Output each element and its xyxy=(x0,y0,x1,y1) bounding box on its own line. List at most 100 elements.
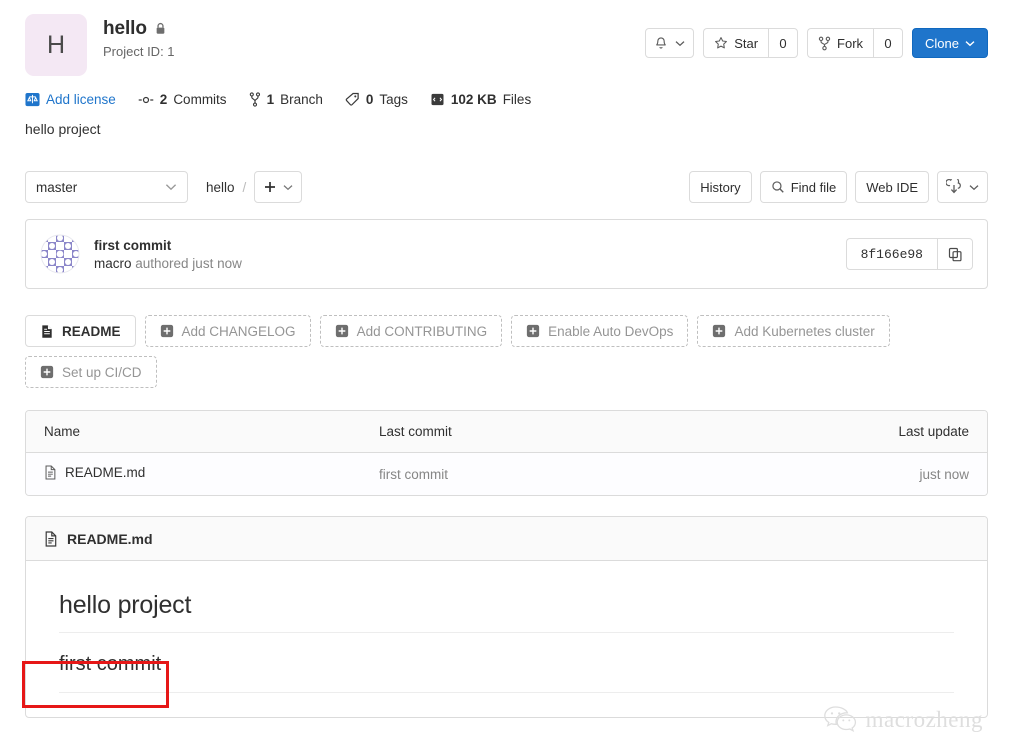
history-button[interactable]: History xyxy=(689,171,752,203)
plus-square-icon xyxy=(40,365,54,379)
table-row[interactable]: README.md first commit just now xyxy=(26,453,987,495)
files-icon xyxy=(430,92,445,107)
quick-action-label: Enable Auto DevOps xyxy=(548,323,674,339)
project-id-label: Project ID: 1 xyxy=(103,44,175,59)
web-ide-button[interactable]: Web IDE xyxy=(855,171,929,203)
plus-square-icon xyxy=(526,324,540,338)
project-description: hello project xyxy=(25,121,101,137)
commit-author-line: macro authored just now xyxy=(94,256,242,271)
star-label: Star xyxy=(734,35,759,51)
clone-label: Clone xyxy=(925,35,959,51)
project-avatar-letter: H xyxy=(46,30,66,59)
star-count: 0 xyxy=(768,28,799,58)
fork-label: Fork xyxy=(837,35,864,51)
file-name-label: README.md xyxy=(65,465,146,480)
chevron-down-icon xyxy=(675,40,685,47)
readme-paragraph: first commit xyxy=(59,653,162,675)
branches-stat[interactable]: 1 Branch xyxy=(249,92,323,107)
find-file-button[interactable]: Find file xyxy=(759,171,848,203)
gitlab-project-page: H hello Project ID: 1 Star 0 Fork 0 Clon… xyxy=(0,0,1013,754)
fork-button[interactable]: Fork xyxy=(807,28,874,58)
plus-square-icon xyxy=(160,324,174,338)
lock-icon xyxy=(154,22,167,36)
file-name-link[interactable]: README.md xyxy=(44,465,145,480)
find-file-label: Find file xyxy=(790,179,837,195)
chevron-down-icon xyxy=(165,183,177,191)
plus-icon xyxy=(264,181,276,193)
column-header-last-update: Last update xyxy=(898,424,969,439)
readme-card: README.md hello project first commit xyxy=(25,516,988,718)
download-icon xyxy=(946,179,962,195)
readme-filename[interactable]: README.md xyxy=(67,531,153,547)
file-icon xyxy=(44,465,57,480)
download-source-button[interactable] xyxy=(937,171,988,203)
file-navigation-bar: master hello / History Find file Web IDE xyxy=(0,137,1013,203)
files-size: 102 KB xyxy=(450,92,497,107)
star-button-group: Star 0 xyxy=(703,28,799,58)
page-title: hello xyxy=(103,18,147,39)
commit-sha-group: 8f166e98 xyxy=(845,238,973,270)
files-table: Name Last commit Last update README.md f… xyxy=(25,410,988,496)
fork-button-group: Fork 0 xyxy=(807,28,904,58)
branches-count: 1 xyxy=(266,92,275,107)
file-nav-actions: History Find file Web IDE xyxy=(689,171,988,203)
header-actions: Star 0 Fork 0 Clone xyxy=(645,14,988,58)
copy-sha-button[interactable] xyxy=(937,238,973,270)
chevron-down-icon xyxy=(969,184,979,191)
readme-paragraph-wrap: first commit xyxy=(59,643,954,693)
chevron-down-icon xyxy=(965,40,975,47)
plus-square-icon xyxy=(712,324,726,338)
fork-icon xyxy=(818,36,831,51)
identicon-avatar xyxy=(40,234,80,274)
commit-timestamp: authored just now xyxy=(131,255,242,271)
clone-button[interactable]: Clone xyxy=(912,28,988,58)
project-title-row: hello xyxy=(103,18,645,40)
bell-icon xyxy=(654,36,668,51)
quick-action-readme[interactable]: README xyxy=(25,315,136,347)
star-icon xyxy=(714,36,728,50)
quick-action-label: Add Kubernetes cluster xyxy=(734,323,875,339)
tags-count: 0 xyxy=(365,92,374,107)
branch-selector[interactable]: master xyxy=(25,171,188,203)
quick-actions-row: README Add CHANGELOG Add CONTRIBUTING En… xyxy=(0,289,965,388)
branch-icon xyxy=(249,92,261,107)
breadcrumb-item-root[interactable]: hello xyxy=(206,180,235,195)
commits-count: 2 xyxy=(159,92,168,107)
branch-selector-value: master xyxy=(36,179,78,195)
web-ide-label: Web IDE xyxy=(866,179,918,195)
readme-card-header: README.md xyxy=(26,517,987,561)
column-header-name: Name xyxy=(44,424,81,439)
quick-action-set-up-ci-cd[interactable]: Set up CI/CD xyxy=(25,356,157,388)
last-commit-box: first commit macro authored just now 8f1… xyxy=(25,219,988,289)
readme-content: hello project first commit xyxy=(26,561,987,717)
quick-action-enable-auto-devops[interactable]: Enable Auto DevOps xyxy=(511,315,689,347)
files-label: Files xyxy=(502,92,532,107)
tags-stat[interactable]: 0 Tags xyxy=(345,92,408,107)
fork-count: 0 xyxy=(873,28,904,58)
commit-message[interactable]: first commit xyxy=(94,238,242,253)
quick-action-add-changelog[interactable]: Add CHANGELOG xyxy=(144,315,311,347)
commits-label: Commits xyxy=(173,92,227,107)
column-header-last-commit: Last commit xyxy=(379,424,452,439)
project-meta: hello Project ID: 1 xyxy=(103,14,645,59)
commit-author[interactable]: macro xyxy=(94,256,132,271)
tag-icon xyxy=(345,92,360,107)
notifications-button[interactable] xyxy=(645,28,695,58)
add-to-repo-button[interactable] xyxy=(254,171,303,203)
add-license-label: Add license xyxy=(46,92,116,107)
tags-label: Tags xyxy=(379,92,408,107)
quick-action-label: Add CONTRIBUTING xyxy=(356,323,488,339)
files-stat[interactable]: 102 KB Files xyxy=(430,92,531,107)
quick-action-add-kubernetes-cluster[interactable]: Add Kubernetes cluster xyxy=(697,315,890,347)
file-last-commit-cell[interactable]: first commit xyxy=(379,467,809,482)
project-avatar: H xyxy=(25,14,87,76)
breadcrumb-separator: / xyxy=(242,179,247,195)
breadcrumb: hello / xyxy=(206,180,246,195)
star-button[interactable]: Star xyxy=(703,28,769,58)
chevron-down-icon xyxy=(283,184,293,191)
commits-stat[interactable]: 2 Commits xyxy=(138,92,227,107)
commit-info: first commit macro authored just now xyxy=(94,238,242,271)
add-license-link[interactable]: Add license xyxy=(25,92,116,107)
quick-action-add-contributing[interactable]: Add CONTRIBUTING xyxy=(319,315,503,347)
quick-action-label: Set up CI/CD xyxy=(62,364,142,380)
